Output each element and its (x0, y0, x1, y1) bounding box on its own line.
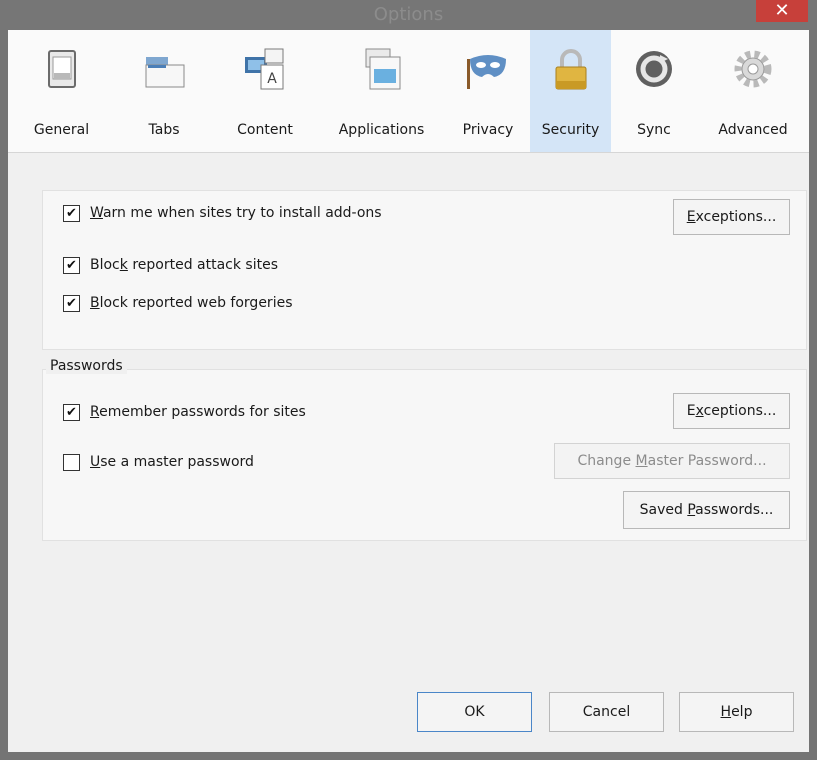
tab-tabs[interactable]: Tabs (115, 30, 213, 152)
tab-label: Security (541, 122, 600, 138)
tab-general[interactable]: General (8, 30, 115, 152)
category-toolbar: General Tabs A Content Applications Priv… (8, 30, 809, 153)
warn-addons-option[interactable]: ✔ Warn me when sites try to install add-… (63, 202, 382, 224)
warn-addons-label: Warn me when sites try to install add-on… (90, 205, 382, 221)
tab-label: Tabs (148, 122, 180, 138)
close-button[interactable]: ✕ (756, 0, 808, 22)
remember-passwords-checkbox[interactable]: ✔ (63, 403, 80, 421)
block-attack-checkbox[interactable]: ✔ (63, 256, 80, 274)
help-button[interactable]: Help (679, 692, 794, 732)
block-attack-label: Block reported attack sites (90, 257, 279, 273)
passwords-group: Passwords ✔ Remember passwords for sites… (42, 358, 807, 541)
options-client: General Tabs A Content Applications Priv… (8, 30, 809, 752)
warn-addons-checkbox[interactable]: ✔ (63, 204, 80, 222)
tabs-icon (145, 57, 185, 88)
window-title: Options (373, 4, 444, 25)
tab-privacy[interactable]: Privacy (446, 30, 530, 152)
gear-icon (734, 50, 772, 88)
tab-label: Content (237, 122, 293, 138)
saved-passwords-button[interactable]: Saved Passwords... (623, 491, 790, 529)
sync-icon (636, 51, 672, 87)
cancel-button[interactable]: Cancel (549, 692, 664, 732)
switch-icon (47, 50, 76, 88)
lock-icon (555, 49, 586, 90)
password-exceptions-button[interactable]: Exceptions... (673, 393, 790, 429)
master-password-checkbox[interactable] (63, 453, 80, 471)
content-icon: A (245, 48, 284, 90)
block-forgeries-option[interactable]: ✔ Block reported web forgeries (63, 292, 293, 314)
remember-passwords-label: Remember passwords for sites (90, 404, 306, 420)
master-password-option[interactable]: Use a master password (63, 451, 254, 473)
tab-advanced[interactable]: Advanced (697, 30, 809, 152)
tab-content[interactable]: A Content (213, 30, 317, 152)
block-forgeries-label: Block reported web forgeries (90, 295, 293, 311)
ok-button[interactable]: OK (417, 692, 532, 732)
tab-label: Advanced (718, 122, 788, 138)
security-options-panel: ✔ Warn me when sites try to install add-… (42, 190, 807, 350)
tab-label: Sync (637, 122, 671, 138)
tab-label: Applications (338, 122, 425, 138)
tab-applications[interactable]: Applications (317, 30, 446, 152)
options-window: Options ✕ General Tabs A Content Applica… (0, 0, 817, 760)
applications-icon (365, 48, 400, 90)
svg-text:A: A (267, 71, 277, 87)
tab-sync[interactable]: Sync (611, 30, 697, 152)
remember-passwords-option[interactable]: ✔ Remember passwords for sites (63, 401, 306, 423)
title-bar[interactable]: Options ✕ (0, 0, 817, 30)
mask-icon (467, 55, 506, 89)
tab-label: General (33, 122, 90, 138)
master-password-label: Use a master password (90, 454, 254, 470)
change-master-password-button: Change Master Password... (554, 443, 790, 479)
tab-label: Privacy (462, 122, 514, 138)
tab-security[interactable]: Security (530, 30, 611, 152)
block-attack-option[interactable]: ✔ Block reported attack sites (63, 254, 278, 276)
passwords-group-title: Passwords (46, 358, 127, 374)
close-icon: ✕ (774, 0, 790, 21)
block-forgeries-checkbox[interactable]: ✔ (63, 294, 80, 312)
addons-exceptions-button[interactable]: Exceptions... (673, 199, 790, 235)
